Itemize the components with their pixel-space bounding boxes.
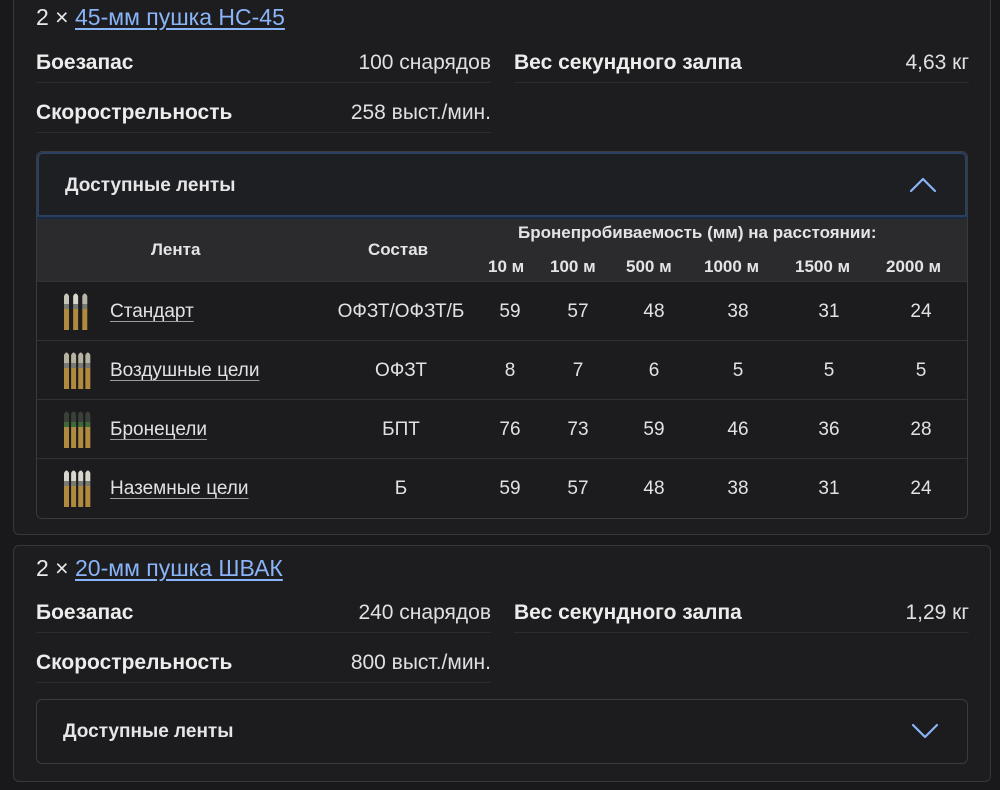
belt-row: Стандарт ОФЗТ/ОФЗТ/Б 59 57 48 38 31 24 <box>37 281 967 340</box>
belt-composition: БПТ <box>382 419 420 440</box>
belt-row: Воздушные цели ОФЗТ 8 7 6 5 5 5 <box>37 340 967 399</box>
salvo-value: 1,29 кг <box>905 600 969 624</box>
belt-name-link[interactable]: Воздушные цели <box>110 360 259 382</box>
penetration-value: 5 <box>915 360 927 381</box>
penetration-value: 73 <box>567 419 589 440</box>
penetration-value: 24 <box>910 478 932 499</box>
col-dist-10: 10 м <box>488 257 525 276</box>
penetration-value: 28 <box>910 419 932 440</box>
penetration-value: 59 <box>499 301 521 322</box>
penetration-value: 36 <box>818 419 840 440</box>
ammo-label: Боезапас <box>36 50 134 74</box>
penetration-value: 48 <box>643 301 665 322</box>
col-dist-500: 500 м <box>626 257 672 276</box>
salvo-label: Вес секундного залпа <box>514 600 742 624</box>
weapon-count: 2 × <box>36 4 69 30</box>
penetration-value: 24 <box>910 301 932 322</box>
belts-toggle[interactable]: Доступные ленты <box>37 700 967 763</box>
belts-panel: Доступные ленты Лента Состав Бронепробив… <box>36 151 968 519</box>
col-dist-1500: 1500 м <box>795 257 851 276</box>
ammo-value: 100 снарядов <box>358 50 491 74</box>
penetration-value: 57 <box>567 478 589 499</box>
weapon-count: 2 × <box>36 555 69 581</box>
col-dist-2000: 2000 м <box>886 257 942 276</box>
weapon-title: 2 × 20-мм пушка ШВАК <box>36 555 283 582</box>
weapon-card-ns45: 2 × 45-мм пушка НС-45 Боезапас 100 снаря… <box>13 0 991 535</box>
belt-name-link[interactable]: Бронецели <box>110 419 207 441</box>
chevron-down-icon[interactable] <box>911 720 939 742</box>
salvo-label: Вес секундного залпа <box>514 50 742 74</box>
col-belt: Лента <box>151 240 201 259</box>
stat-row-rof: Скорострельность 258 выст./мин. <box>36 93 491 133</box>
ammo-belt-icon <box>64 470 91 507</box>
penetration-value: 6 <box>648 360 660 381</box>
belts-toggle[interactable]: Доступные ленты <box>37 152 967 217</box>
col-dist-1000: 1000 м <box>704 257 760 276</box>
col-penetration: Бронепробиваемость (мм) на расстоянии: <box>518 223 877 242</box>
penetration-value: 46 <box>727 419 749 440</box>
belts-panel: Доступные ленты <box>36 699 968 764</box>
belt-name-link[interactable]: Наземные цели <box>110 478 249 500</box>
penetration-value: 5 <box>732 360 744 381</box>
penetration-value: 7 <box>572 360 584 381</box>
ammo-belt-icon <box>64 293 88 330</box>
stat-row-rof: Скорострельность 800 выст./мин. <box>36 643 491 683</box>
ammo-belt-icon <box>64 352 91 389</box>
belt-row: Наземные цели Б 59 57 48 38 31 24 <box>37 458 967 517</box>
weapon-title: 2 × 45-мм пушка НС-45 <box>36 4 285 31</box>
ammo-value: 240 снарядов <box>358 600 491 624</box>
penetration-value: 31 <box>818 478 840 499</box>
penetration-value: 59 <box>643 419 665 440</box>
penetration-value: 38 <box>727 478 749 499</box>
penetration-value: 48 <box>643 478 665 499</box>
stat-row-salvo: Вес секундного залпа 1,29 кг <box>514 593 969 633</box>
col-dist-100: 100 м <box>550 257 596 276</box>
stat-row-ammo: Боезапас 100 снарядов <box>36 43 491 83</box>
weapon-link-ns45[interactable]: 45-мм пушка НС-45 <box>75 4 285 30</box>
weapon-card-shvak: 2 × 20-мм пушка ШВАК Боезапас 240 снаряд… <box>13 545 991 782</box>
belts-title: Доступные ленты <box>65 175 236 196</box>
penetration-value: 8 <box>504 360 516 381</box>
belts-table-header: Лента Состав Бронепробиваемость (мм) на … <box>37 219 967 281</box>
stat-row-salvo: Вес секундного залпа 4,63 кг <box>514 43 969 83</box>
ammo-label: Боезапас <box>36 600 134 624</box>
rof-label: Скорострельность <box>36 650 233 674</box>
belt-row: Бронецели БПТ 76 73 59 46 36 28 <box>37 399 967 458</box>
penetration-value: 38 <box>727 301 749 322</box>
penetration-value: 31 <box>818 301 840 322</box>
belt-composition: ОФЗТ/ОФЗТ/Б <box>337 301 465 322</box>
penetration-value: 57 <box>567 301 589 322</box>
penetration-value: 59 <box>499 478 521 499</box>
rof-label: Скорострельность <box>36 100 233 124</box>
penetration-value: 76 <box>499 419 521 440</box>
ammo-belt-icon <box>64 411 91 448</box>
salvo-value: 4,63 кг <box>905 50 969 74</box>
belt-composition: Б <box>394 478 408 499</box>
weapon-link-shvak[interactable]: 20-мм пушка ШВАК <box>75 555 283 581</box>
penetration-value: 5 <box>823 360 835 381</box>
stat-row-ammo: Боезапас 240 снарядов <box>36 593 491 633</box>
belt-name-link[interactable]: Стандарт <box>110 301 194 323</box>
rof-value: 258 выст./мин. <box>350 100 491 124</box>
col-composition: Состав <box>368 240 429 259</box>
rof-value: 800 выст./мин. <box>350 650 491 674</box>
belts-title: Доступные ленты <box>63 721 234 742</box>
chevron-up-icon[interactable] <box>909 174 937 196</box>
belt-composition: ОФЗТ <box>375 360 427 381</box>
